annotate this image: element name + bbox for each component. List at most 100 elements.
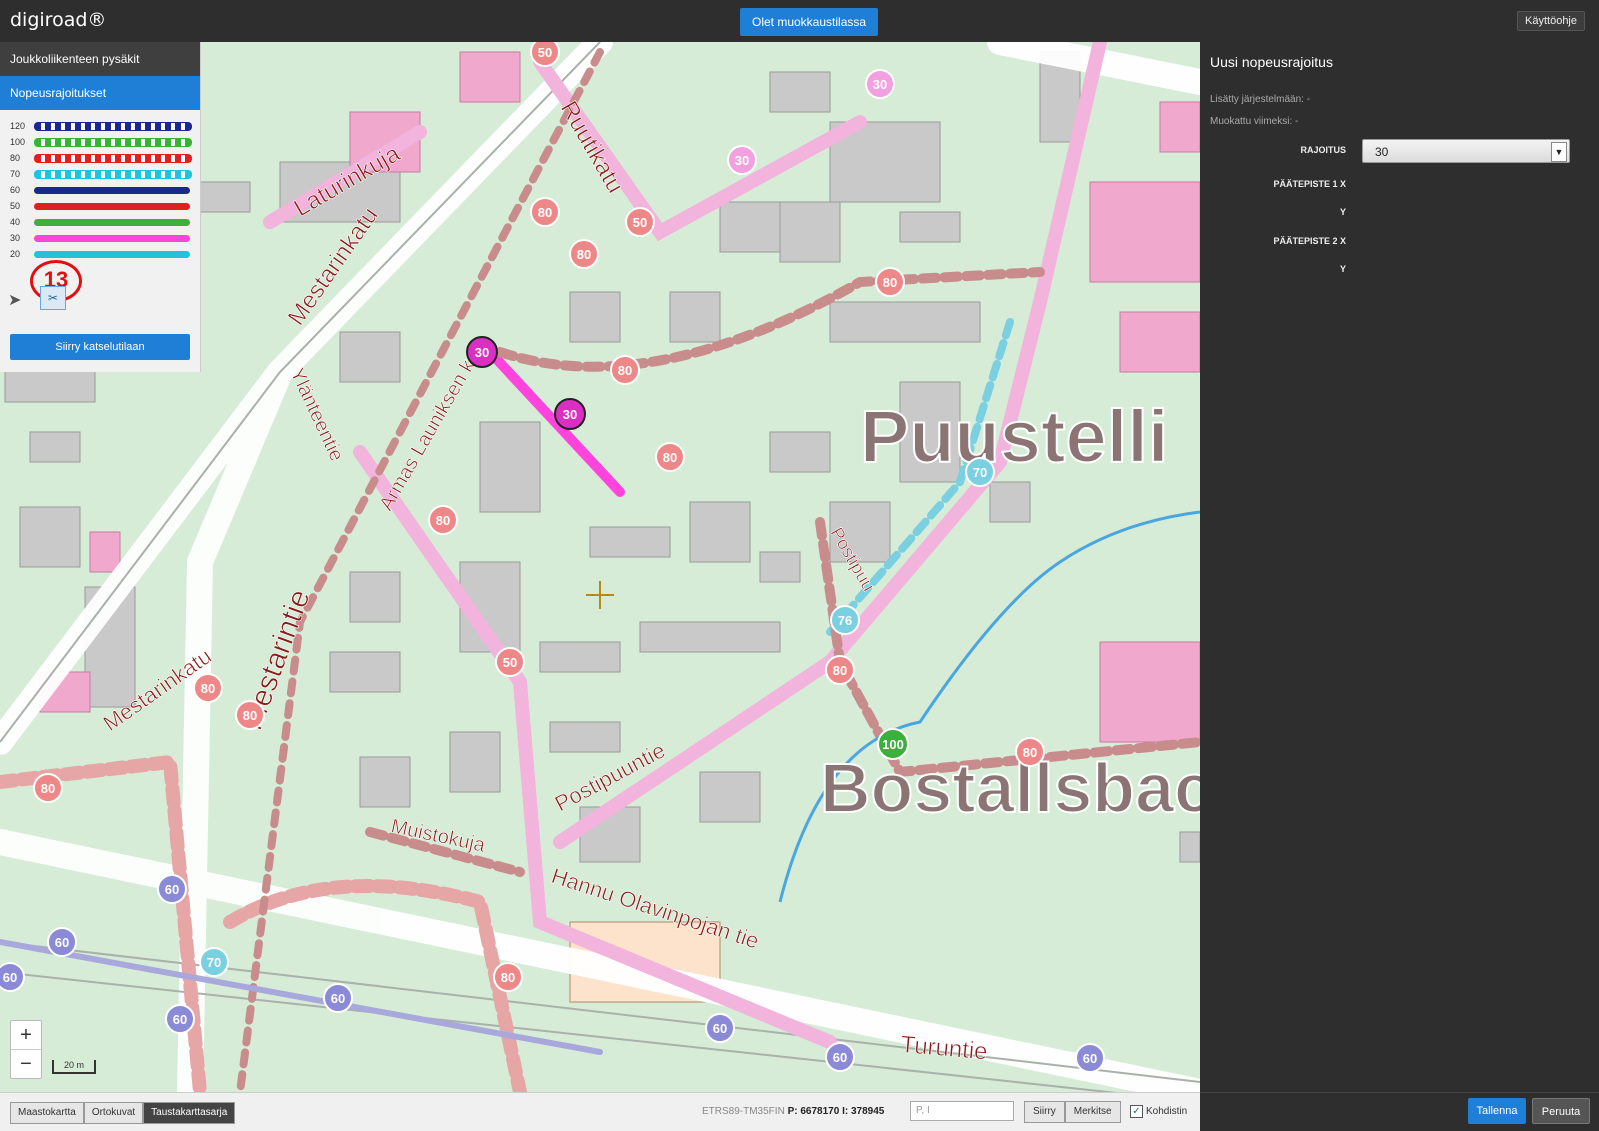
crosshair-label: Kohdistin [1146,1106,1188,1117]
svg-text:80: 80 [501,970,515,985]
speed-sign[interactable]: 60 [47,927,77,957]
limit-select[interactable]: 30 ▼ [1362,139,1570,163]
layer-button-background[interactable]: Taustakarttasarja [143,1102,236,1124]
speed-sign[interactable]: 60 [165,1004,195,1034]
legend-value: 40 [10,217,21,227]
projection-label: ETRS89-TM35FIN [702,1106,785,1117]
svg-text:80: 80 [1023,745,1037,760]
svg-text:100: 100 [882,737,904,752]
legend-swatch [34,202,190,210]
chevron-down-icon[interactable]: ▼ [1551,142,1567,162]
speed-sign[interactable]: 70 [965,457,995,487]
speed-sign[interactable]: 80 [655,442,685,472]
svg-text:30: 30 [873,77,887,92]
legend-swatch [34,234,190,242]
speed-sign[interactable]: 80 [875,267,905,297]
svg-text:30: 30 [475,345,489,360]
svg-text:80: 80 [663,450,677,465]
i-label: I: [842,1106,849,1117]
svg-text:70: 70 [207,955,221,970]
legend-value: 30 [10,233,21,243]
right-panel: Uusi nopeusrajoitus Lisätty järjestelmää… [1200,42,1599,1092]
form-title: Uusi nopeusrajoitus [1210,54,1333,70]
speed-sign[interactable]: 30 [554,398,586,430]
legend-swatch [34,186,190,194]
pointer-tool-icon[interactable]: ➤ [8,290,21,310]
svg-text:80: 80 [538,205,552,220]
edit-mode-banner[interactable]: Olet muokkaustilassa [740,8,879,36]
speed-sign[interactable]: 80 [235,700,265,730]
speed-sign[interactable]: 50 [495,647,525,677]
svg-text:60: 60 [713,1021,727,1036]
crosshair-toggle[interactable]: ✓ Kohdistin [1130,1105,1187,1118]
layer-button-ortho[interactable]: Ortokuvat [83,1102,144,1124]
bottom-bar: Maastokartta Ortokuvat Taustakarttasarja… [0,1092,1200,1131]
checkbox-checked-icon[interactable]: ✓ [1130,1105,1143,1118]
save-button[interactable]: Tallenna [1468,1098,1526,1124]
cut-tool-icon[interactable]: ✂ [40,286,66,310]
view-mode-button[interactable]: Siirry katselutilaan [10,334,190,360]
speed-sign[interactable]: 30 [466,336,498,368]
zoom-control: + − [10,1020,42,1079]
mark-button[interactable]: Merkitse [1064,1101,1121,1123]
speed-sign[interactable]: 70 [199,947,229,977]
speed-sign[interactable]: 80 [825,655,855,685]
legend-row: 100 [10,134,200,150]
coordinate-readout: ETRS89-TM35FIN P: 6678170 I: 378945 [702,1106,884,1117]
speed-sign[interactable]: 80 [428,505,458,535]
legend-row: 20 [10,246,200,262]
layer-button-terrain[interactable]: Maastokartta [10,1102,84,1124]
speed-sign[interactable]: 80 [493,962,523,992]
move-to-button[interactable]: Siirry [1024,1101,1065,1123]
svg-text:80: 80 [41,781,55,796]
modified-info: Muokattu viimeksi: - [1210,116,1299,127]
speed-sign[interactable]: 80 [530,197,560,227]
help-button[interactable]: Käyttöohje [1517,11,1585,31]
speed-sign[interactable]: 80 [610,355,640,385]
cancel-button[interactable]: Peruuta [1532,1098,1590,1124]
svg-text:60: 60 [331,991,345,1006]
svg-text:70: 70 [973,465,987,480]
legend-value: 60 [10,185,21,195]
svg-text:80: 80 [436,513,450,528]
speed-sign[interactable]: 50 [625,207,655,237]
speed-sign[interactable]: 60 [1075,1043,1105,1073]
zoom-in-button[interactable]: + [11,1021,41,1049]
limit-label: RAJOITUS [1300,145,1346,155]
legend-value: 70 [10,169,21,179]
area-label-bostallsbacka: Bostallsbac [820,749,1200,827]
svg-text:60: 60 [55,935,69,950]
legend-row: 50 [10,198,200,214]
speed-sign[interactable]: 60 [825,1042,855,1072]
legend-swatch [34,153,192,163]
legend-swatch [34,250,190,258]
speed-sign[interactable]: 30 [865,69,895,99]
tab-speed-limits[interactable]: Nopeusrajoitukset [0,76,200,110]
speed-sign[interactable]: 80 [1015,737,1045,767]
speed-sign[interactable]: 100 [877,728,909,760]
legend-value: 20 [10,249,21,259]
speed-sign[interactable]: 60 [705,1013,735,1043]
legend-row: 70 [10,166,200,182]
speed-sign[interactable]: 60 [323,983,353,1013]
svg-text:80: 80 [243,708,257,723]
zoom-out-button[interactable]: − [11,1049,41,1078]
svg-text:60: 60 [165,882,179,897]
speed-sign[interactable]: 60 [0,962,25,992]
legend-row: 60 [10,182,200,198]
speed-sign[interactable]: 76 [830,605,860,635]
speed-sign[interactable]: 30 [727,145,757,175]
tab-bus-stops[interactable]: Joukkoliikenteen pysäkit [0,42,200,76]
scale-bar: 20 m [52,1060,96,1074]
speed-sign[interactable]: 80 [569,239,599,269]
legend-row: 30 [10,230,200,246]
svg-text:30: 30 [735,153,749,168]
legend-value: 100 [10,137,26,147]
speed-sign[interactable]: 80 [33,773,63,803]
svg-text:80: 80 [883,275,897,290]
speed-sign[interactable]: 60 [157,874,187,904]
speed-sign[interactable]: 50 [530,42,560,67]
coordinate-input[interactable]: P, I [910,1101,1014,1121]
speed-sign[interactable]: 80 [193,673,223,703]
svg-text:80: 80 [577,247,591,262]
